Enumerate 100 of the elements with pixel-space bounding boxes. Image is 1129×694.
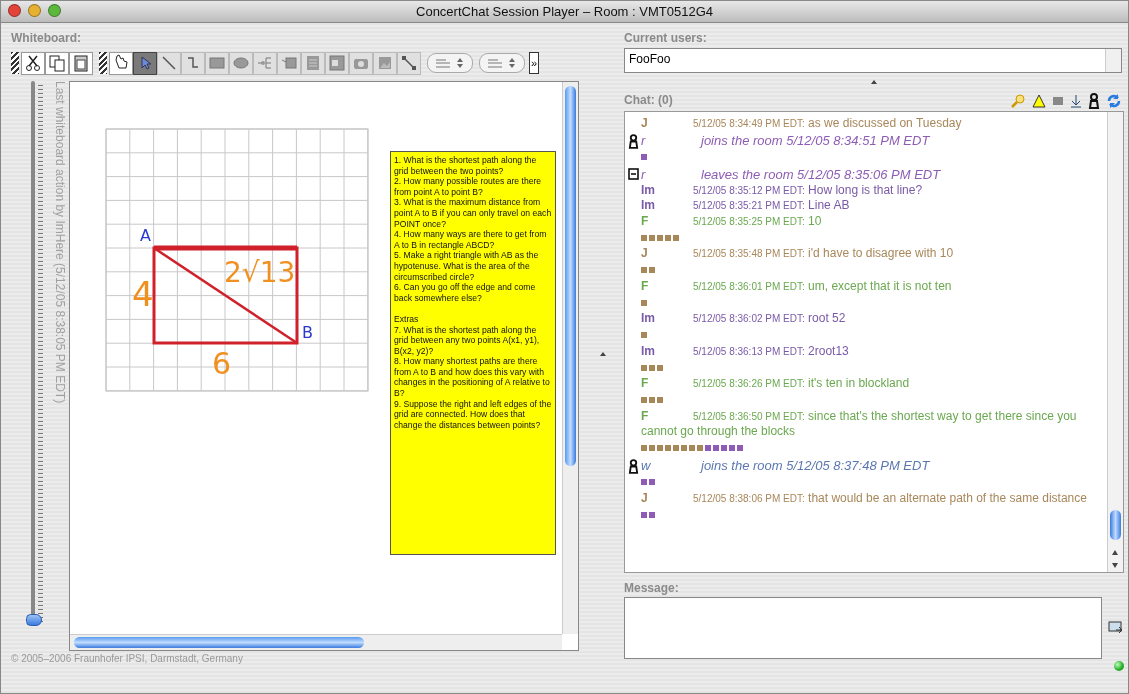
reference-marker[interactable] <box>729 445 735 451</box>
reference-marker[interactable] <box>649 511 655 518</box>
reference-marker[interactable] <box>657 234 663 241</box>
line-tool-button[interactable] <box>157 51 181 75</box>
reference-marker[interactable] <box>705 445 711 451</box>
note-text: 1. What is the shortest path along the grid between the two points? <box>394 155 538 177</box>
toolbar-grip[interactable] <box>99 52 107 74</box>
vertical-scrollbar[interactable] <box>1107 112 1123 572</box>
pointer-tool-button[interactable] <box>133 51 157 75</box>
user-item[interactable]: FooFoo <box>625 50 675 68</box>
text-tool-button[interactable] <box>301 51 325 75</box>
cut-tool-button[interactable] <box>21 51 45 75</box>
clipboard-icon <box>72 54 90 72</box>
hand-tool-button[interactable] <box>109 51 133 75</box>
chat-message: Im 5/12/05 8:35:12 PM EDT: How long is that line? <box>641 182 924 198</box>
reference-marker[interactable] <box>681 445 687 451</box>
tree-tool-button[interactable] <box>253 51 277 75</box>
window-tool-button[interactable] <box>325 51 349 75</box>
reference-marker[interactable] <box>649 267 655 273</box>
reference-marker[interactable] <box>657 364 663 371</box>
link-icon <box>400 54 418 72</box>
reference-marker[interactable] <box>641 397 647 403</box>
reference-marker[interactable] <box>697 445 703 451</box>
close-button[interactable] <box>8 4 21 17</box>
users-list[interactable]: FooFoo <box>624 48 1122 73</box>
paste-tool-button[interactable] <box>69 51 93 75</box>
reference-marker[interactable] <box>721 445 727 451</box>
reference-marker[interactable] <box>649 234 655 241</box>
reference-marker[interactable] <box>649 445 655 451</box>
arrow-down-icon[interactable] <box>1070 94 1082 108</box>
reference-marker[interactable] <box>737 445 743 451</box>
scissors-icon <box>24 54 42 72</box>
square-icon[interactable] <box>1052 95 1064 107</box>
handwritten-label: 2√13 <box>224 256 296 289</box>
search-icon[interactable] <box>1010 93 1026 109</box>
users-label: Current users: <box>624 31 708 47</box>
callout-tool-button[interactable] <box>277 51 301 75</box>
chat-label: Chat: (0) <box>624 93 673 109</box>
person-icon[interactable] <box>1088 93 1100 109</box>
scroll-thumb[interactable] <box>1110 510 1121 540</box>
connector-tool-button[interactable] <box>181 51 205 75</box>
reference-marker[interactable] <box>641 364 647 371</box>
line-style-stepper[interactable] <box>479 53 525 73</box>
reference-marker[interactable] <box>673 234 679 241</box>
reference-marker[interactable] <box>665 445 671 451</box>
note-text: 6. Can you go off the edge and come back somewhere else? <box>394 282 537 304</box>
reference-marker[interactable] <box>641 267 647 273</box>
warning-icon[interactable] <box>1032 94 1046 108</box>
more-tools-button[interactable]: » <box>529 52 539 74</box>
chat-message: J 5/12/05 8:34:49 PM EDT: as we discussed on Tuesday <box>641 116 963 132</box>
history-slider[interactable] <box>29 81 45 626</box>
reference-marker[interactable] <box>665 234 671 241</box>
handwritten-label: B <box>302 323 313 342</box>
toolbar-grip[interactable] <box>11 52 19 74</box>
presence-message: r leaves the room 5/12/05 8:35:06 PM EDT <box>641 165 942 183</box>
ellipse-tool-button[interactable] <box>229 51 253 75</box>
splitter-caret-icon[interactable] <box>599 351 607 357</box>
camera-tool-button[interactable] <box>349 51 373 75</box>
slider-thumb[interactable] <box>26 614 42 626</box>
refresh-icon[interactable] <box>1106 93 1122 109</box>
presence-message: w joins the room 5/12/05 8:37:48 PM EDT <box>641 456 931 474</box>
sticky-note[interactable] <box>390 151 556 555</box>
send-icon[interactable] <box>1108 621 1124 635</box>
splitter-caret-icon[interactable] <box>870 79 878 85</box>
status-light <box>1114 661 1124 671</box>
scroll-arrows-icon[interactable] <box>1110 548 1120 570</box>
message-input[interactable] <box>624 597 1102 659</box>
tree-icon <box>256 54 274 72</box>
whiteboard-label: Whiteboard: <box>11 31 82 47</box>
image-icon <box>376 54 394 72</box>
reference-marker[interactable] <box>649 397 655 403</box>
reference-marker[interactable] <box>641 479 647 485</box>
reference-marker[interactable] <box>689 445 695 451</box>
chat-message: F 5/12/05 8:36:26 PM EDT: it's ten in blockland <box>641 376 911 392</box>
note-text: 4. How many ways are there to get from A to B in rectangle ABCD? <box>394 229 548 251</box>
reference-marker[interactable] <box>657 397 663 403</box>
scroll-thumb[interactable] <box>565 86 576 466</box>
line-style-stepper[interactable] <box>427 53 473 73</box>
reference-marker[interactable] <box>657 445 663 451</box>
reference-marker[interactable] <box>641 332 647 338</box>
rectangle-icon <box>208 54 226 72</box>
chat-message: Im 5/12/05 8:36:13 PM EDT: 2root13 <box>641 343 850 359</box>
reference-marker[interactable] <box>673 445 679 451</box>
reference-marker[interactable] <box>641 299 647 306</box>
zoom-button[interactable] <box>48 4 61 17</box>
handwritten-label: A <box>140 226 151 245</box>
reference-marker[interactable] <box>713 445 719 451</box>
reference-marker[interactable] <box>641 154 647 160</box>
horizontal-scrollbar[interactable] <box>70 634 562 650</box>
reference-marker[interactable] <box>641 445 647 451</box>
link-tool-button[interactable] <box>397 51 421 75</box>
scroll-thumb[interactable] <box>74 637 364 648</box>
rectangle-tool-button[interactable] <box>205 51 229 75</box>
vertical-scrollbar[interactable] <box>562 82 578 634</box>
reference-marker[interactable] <box>641 234 647 241</box>
reference-marker[interactable] <box>641 511 647 518</box>
reference-marker[interactable] <box>649 479 655 485</box>
reference-marker[interactable] <box>649 364 655 371</box>
minimize-button[interactable] <box>28 4 41 17</box>
copyright-text: © 2005–2006 Fraunhofer IPSI, Darmstadt, Germany <box>11 653 243 664</box>
